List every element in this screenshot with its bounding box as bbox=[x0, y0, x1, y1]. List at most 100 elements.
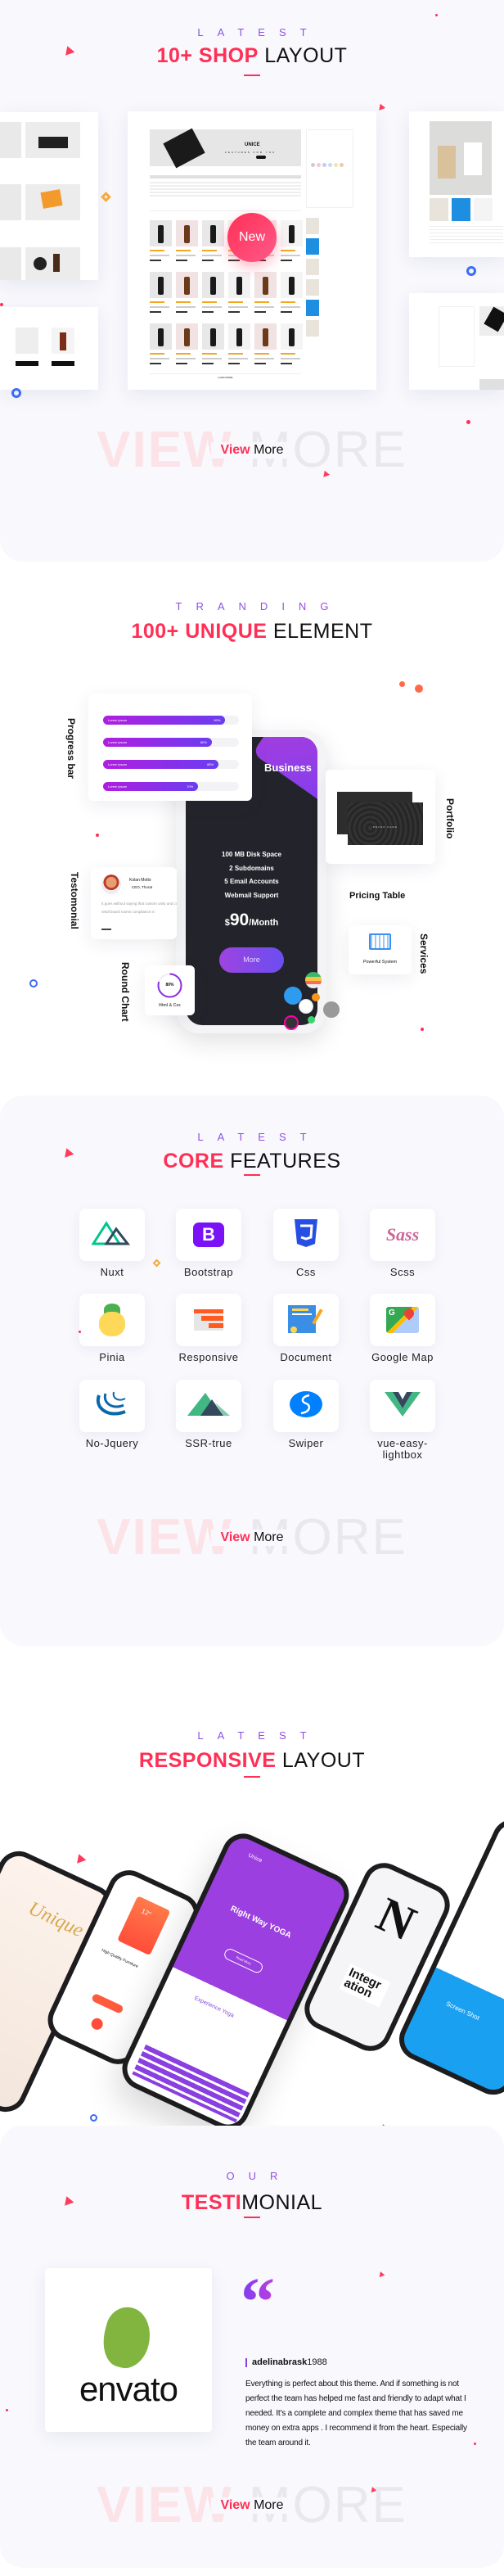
product-card[interactable] bbox=[281, 220, 303, 261]
product-card[interactable] bbox=[254, 272, 277, 313]
testimonial-label: Testomonial bbox=[69, 872, 80, 929]
shop-banner: UNICE FEATURES FOR YOU bbox=[150, 128, 301, 169]
title-underline bbox=[244, 75, 260, 76]
feature-tile-bootstrap[interactable]: B bbox=[176, 1209, 241, 1261]
product-card[interactable] bbox=[176, 220, 198, 261]
testimonial-card: Kolan Motto CEO, Thorat It goes without … bbox=[91, 867, 177, 939]
side-product[interactable] bbox=[306, 218, 319, 234]
feature-label: Google Map bbox=[371, 1351, 434, 1363]
feature-tile-responsive[interactable] bbox=[176, 1294, 241, 1346]
banner-brand: UNICE bbox=[245, 142, 260, 147]
new-badge: New bbox=[227, 213, 277, 262]
product-card[interactable] bbox=[202, 272, 224, 313]
product-card[interactable] bbox=[176, 272, 198, 313]
feature-tile-no-jquery[interactable] bbox=[79, 1380, 145, 1432]
contacts-app-icon bbox=[284, 1015, 299, 1030]
elements-kicker: TRANDING bbox=[0, 600, 504, 612]
triangle-decoration bbox=[74, 1852, 87, 1864]
product-card[interactable] bbox=[202, 220, 224, 261]
feature-tile-ssr-true[interactable] bbox=[176, 1380, 241, 1432]
responsive-title: RESPONSIVE LAYOUT bbox=[138, 1749, 366, 1772]
product-card[interactable] bbox=[150, 272, 172, 313]
envato-wordmark: envato bbox=[79, 2370, 178, 2408]
title-underline bbox=[244, 1776, 260, 1778]
product-card[interactable] bbox=[281, 323, 303, 364]
portfolio-label: Portfolio bbox=[444, 798, 456, 839]
plan-ribbon bbox=[252, 737, 317, 820]
progress-bar: Lorem ipsum 85% bbox=[103, 760, 219, 769]
wallet-app-icon bbox=[305, 972, 322, 988]
feature-label: Pinia bbox=[99, 1351, 125, 1363]
product-card[interactable] bbox=[176, 323, 198, 364]
dot-decoration bbox=[415, 685, 423, 693]
feature-tile-vue-easy-lightbox[interactable] bbox=[370, 1380, 435, 1432]
feature-label: Swiper bbox=[288, 1437, 324, 1449]
product-card[interactable] bbox=[202, 323, 224, 364]
product-card[interactable] bbox=[254, 323, 277, 364]
jquery-icon bbox=[94, 1390, 130, 1422]
progress-bar-label: Progress bar bbox=[65, 718, 77, 780]
progress-value: 90% bbox=[214, 718, 221, 722]
plan-more-button[interactable]: More bbox=[219, 947, 284, 973]
product-card[interactable] bbox=[228, 272, 250, 313]
vue-icon bbox=[385, 1391, 421, 1421]
product-card[interactable] bbox=[281, 272, 303, 313]
shop-mockup-left[interactable] bbox=[0, 112, 98, 280]
feature-tile-nuxt[interactable] bbox=[79, 1209, 145, 1261]
dot-decoration bbox=[421, 1028, 424, 1031]
side-product[interactable] bbox=[306, 300, 319, 316]
responsive-kicker: LATEST bbox=[0, 1729, 504, 1742]
side-product[interactable] bbox=[306, 279, 319, 296]
feature-label: vue-easy-lightbox bbox=[377, 1437, 428, 1461]
ring-decoration bbox=[29, 979, 38, 987]
feature-label: Bootstrap bbox=[183, 1266, 234, 1278]
progress-bar: Lorem ipsum 80% bbox=[103, 738, 212, 747]
shop-mockup-right[interactable] bbox=[409, 111, 504, 257]
feature-label: Scss bbox=[389, 1266, 416, 1278]
shop-mockup-main[interactable]: UNICE FEATURES FOR YOU LOAD MORE New bbox=[128, 111, 376, 390]
feature-tile-scss[interactable]: Sass bbox=[370, 1209, 435, 1261]
review-author: adelinabrask1988 bbox=[245, 2358, 327, 2367]
pinia-icon bbox=[97, 1304, 127, 1336]
banner-subtitle: FEATURES FOR YOU bbox=[225, 151, 277, 154]
progress-bar-card: Lorem ipsum 90% Lorem ipsum 80% Lorem ipsum 8… bbox=[88, 694, 252, 801]
nuxt-icon bbox=[91, 1220, 133, 1250]
feature-tile-swiper[interactable] bbox=[273, 1380, 339, 1432]
product-grid bbox=[150, 220, 303, 372]
elements-title: 100+ UNIQUE ELEMENT bbox=[131, 620, 373, 643]
load-more-button[interactable]: LOAD MORE bbox=[150, 373, 301, 379]
read-more-button: Read More bbox=[222, 1946, 265, 1975]
document-icon bbox=[288, 1305, 324, 1335]
plan-features: 100 MB Disk Space 2 Subdomains 5 Email A… bbox=[222, 851, 281, 899]
feature-tile-css[interactable] bbox=[273, 1209, 339, 1261]
round-chart-card: 80% Html & Css bbox=[145, 965, 195, 1015]
product-card[interactable] bbox=[228, 323, 250, 364]
feature-tile-google-map[interactable]: G bbox=[370, 1294, 435, 1346]
feature-label: Css bbox=[296, 1266, 316, 1278]
view-more-button[interactable]: View More bbox=[211, 2497, 293, 2514]
shop-view-more: VIEW MORE View More bbox=[0, 425, 504, 476]
shop-mockup-right-bottom[interactable] bbox=[409, 293, 504, 390]
dot-decoration bbox=[466, 420, 470, 424]
product-card[interactable] bbox=[150, 323, 172, 364]
monitor-icon bbox=[369, 933, 391, 950]
side-product[interactable] bbox=[306, 320, 319, 337]
progress-bar: Lorem ipsum 70% bbox=[103, 782, 199, 791]
dot-decoration bbox=[79, 1331, 81, 1333]
side-product[interactable] bbox=[306, 259, 319, 275]
feature-tile-pinia[interactable] bbox=[79, 1294, 145, 1346]
view-more-button[interactable]: View More bbox=[211, 442, 293, 459]
banner-button[interactable] bbox=[256, 156, 266, 159]
feature-label: Document bbox=[280, 1351, 332, 1363]
google-map-icon: G bbox=[386, 1306, 419, 1333]
shop-mockup-left-bottom[interactable] bbox=[0, 307, 98, 390]
review-text: Everything is perfect about this theme. … bbox=[245, 2379, 467, 2447]
side-product[interactable] bbox=[306, 238, 319, 255]
quote-icon: “ bbox=[241, 2264, 275, 2340]
avatar bbox=[101, 874, 121, 894]
portfolio-card: BRAND NAME bbox=[326, 770, 435, 864]
view-more-button[interactable]: View More bbox=[211, 1530, 293, 1546]
feature-label: Responsive bbox=[178, 1351, 239, 1363]
product-card[interactable] bbox=[150, 220, 172, 261]
feature-tile-document[interactable] bbox=[273, 1294, 339, 1346]
